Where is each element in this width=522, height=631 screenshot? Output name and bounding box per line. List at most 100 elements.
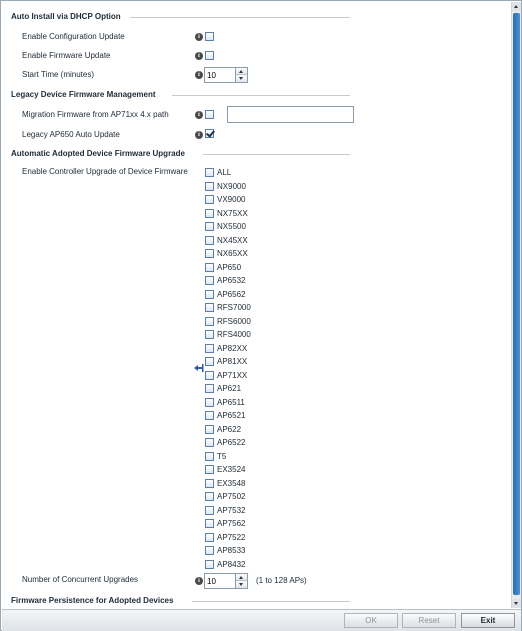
section-auto-upgrade-title: Automatic Adopted Device Firmware Upgrad…	[11, 149, 185, 158]
device-checkbox-rfs7000[interactable]	[205, 303, 214, 312]
device-checkbox-nx5500[interactable]	[205, 222, 214, 231]
device-checkbox-ap6511[interactable]	[205, 397, 214, 407]
device-checkbox-ap7522[interactable]	[205, 532, 214, 542]
device-label: EX3524	[217, 465, 246, 474]
migration-label: Migration Firmware from AP71xx 4.x path	[22, 110, 169, 119]
device-label: AP7522	[217, 532, 246, 542]
device-checkbox-ap71xx[interactable]	[205, 370, 214, 380]
device-label: EX3548	[217, 478, 246, 488]
section-legacy-title: Legacy Device Firmware Management	[11, 90, 156, 99]
device-label: AP7502	[217, 492, 246, 501]
scroll-up-arrow-icon[interactable]	[512, 2, 521, 11]
start-time-stepper[interactable]	[204, 67, 248, 83]
increment-arrow-icon[interactable]	[236, 68, 247, 75]
section-divider	[130, 17, 350, 18]
device-label: AP6511	[217, 397, 245, 407]
concurrent-upgrades-label: Number of Concurrent Upgrades	[22, 575, 139, 584]
concurrent-range-hint: (1 to 128 APs)	[256, 576, 307, 585]
device-checkbox-ap7562[interactable]	[205, 519, 214, 528]
device-checkbox-nx75xx[interactable]	[205, 208, 214, 218]
device-label: AP8533	[217, 546, 246, 555]
firmware-update-label: Enable Firmware Update	[22, 51, 111, 60]
migration-path-input[interactable]	[227, 106, 354, 123]
device-checkbox-ap6532[interactable]	[205, 276, 214, 285]
section-divider	[192, 601, 350, 602]
start-time-label: Start Time (minutes)	[22, 70, 95, 79]
device-checkbox-nx45xx[interactable]	[205, 235, 214, 245]
device-checkbox-ex3524[interactable]	[205, 465, 214, 474]
device-checkbox-rfs6000[interactable]	[205, 316, 214, 326]
device-label: NX65XX	[217, 249, 248, 258]
config-update-checkbox[interactable]	[205, 32, 214, 41]
device-checkbox-nx9000[interactable]	[205, 181, 214, 191]
device-checkbox-ap6562[interactable]	[205, 289, 214, 299]
firmware-settings-panel: Auto Install via DHCP Option Enable Conf…	[0, 0, 522, 631]
ap650-update-checkbox[interactable]	[205, 129, 214, 138]
device-label: AP71XX	[217, 370, 248, 380]
device-label: AP650	[217, 262, 242, 272]
device-checkbox-ap81xx[interactable]	[205, 357, 214, 366]
device-label: NX75XX	[217, 208, 248, 218]
scrollbar-thumb[interactable]	[513, 13, 520, 595]
device-checkbox-ap82xx[interactable]	[205, 343, 214, 353]
device-checkbox-ap6521[interactable]	[205, 411, 214, 420]
device-label: AP6521	[217, 411, 246, 420]
reset-button[interactable]: Reset	[402, 613, 456, 628]
info-icon[interactable]: i	[195, 577, 203, 585]
device-checkbox-t5[interactable]	[205, 451, 214, 461]
device-label: AP81XX	[217, 357, 248, 366]
info-icon[interactable]: i	[195, 71, 203, 79]
section-divider	[203, 154, 350, 155]
device-checkbox-ap650[interactable]	[205, 262, 214, 272]
device-label: AP6522	[217, 438, 246, 447]
device-label: AP7562	[217, 519, 246, 528]
device-checkbox-ap7502[interactable]	[205, 492, 214, 501]
device-checkbox-ap8533[interactable]	[205, 546, 214, 555]
section-auto-install-title: Auto Install via DHCP Option	[11, 12, 121, 21]
device-label: RFS4000	[217, 330, 251, 339]
device-label: AP82XX	[217, 343, 248, 353]
device-checkbox-vx9000[interactable]	[205, 195, 214, 204]
device-checkbox-ap6522[interactable]	[205, 438, 214, 447]
device-label: AP6562	[217, 289, 246, 299]
concurrent-upgrades-input[interactable]	[207, 575, 235, 587]
scroll-content: Auto Install via DHCP Option Enable Conf…	[2, 2, 509, 606]
device-label: NX45XX	[217, 235, 248, 245]
exit-button[interactable]: Exit	[461, 613, 515, 628]
device-checkbox-ap8432[interactable]	[205, 559, 214, 569]
device-label: AP622	[217, 424, 242, 434]
decrement-arrow-icon[interactable]	[236, 75, 247, 82]
device-label: T5	[217, 451, 227, 461]
device-checkbox-ex3548[interactable]	[205, 478, 214, 488]
move-cursor-icon	[194, 364, 204, 372]
device-label: AP8432	[217, 559, 246, 569]
decrement-arrow-icon[interactable]	[236, 581, 247, 588]
increment-arrow-icon[interactable]	[236, 574, 247, 581]
info-icon[interactable]: i	[195, 131, 203, 139]
device-label: NX9000	[217, 181, 246, 191]
firmware-update-checkbox[interactable]	[205, 51, 214, 60]
start-time-input[interactable]	[207, 69, 235, 81]
device-checkbox-all[interactable]	[205, 168, 214, 177]
device-checkbox-nx65xx[interactable]	[205, 249, 214, 258]
concurrent-upgrades-stepper[interactable]	[204, 573, 248, 589]
device-label: AP7532	[217, 505, 246, 515]
info-icon[interactable]: i	[195, 111, 203, 119]
device-checkbox-ap7532[interactable]	[205, 505, 214, 515]
device-checkbox-ap622[interactable]	[205, 424, 214, 434]
section-persistence-title: Firmware Persistence for Adopted Devices	[11, 596, 174, 605]
device-label: VX9000	[217, 195, 246, 204]
stepper-buttons	[235, 68, 247, 82]
scroll-down-arrow-icon[interactable]	[512, 599, 521, 608]
vertical-scrollbar[interactable]	[511, 2, 521, 608]
ok-button[interactable]: OK	[344, 613, 398, 628]
migration-checkbox[interactable]	[205, 110, 214, 119]
info-icon[interactable]: i	[195, 52, 203, 60]
section-divider	[172, 95, 350, 96]
device-checkbox-ap621[interactable]	[205, 384, 214, 393]
device-label: RFS7000	[217, 303, 251, 312]
info-icon[interactable]: i	[195, 33, 203, 41]
dialog-footer: OK Reset Exit	[2, 609, 521, 631]
device-checkbox-rfs4000[interactable]	[205, 330, 214, 339]
device-label: AP621	[217, 384, 242, 393]
